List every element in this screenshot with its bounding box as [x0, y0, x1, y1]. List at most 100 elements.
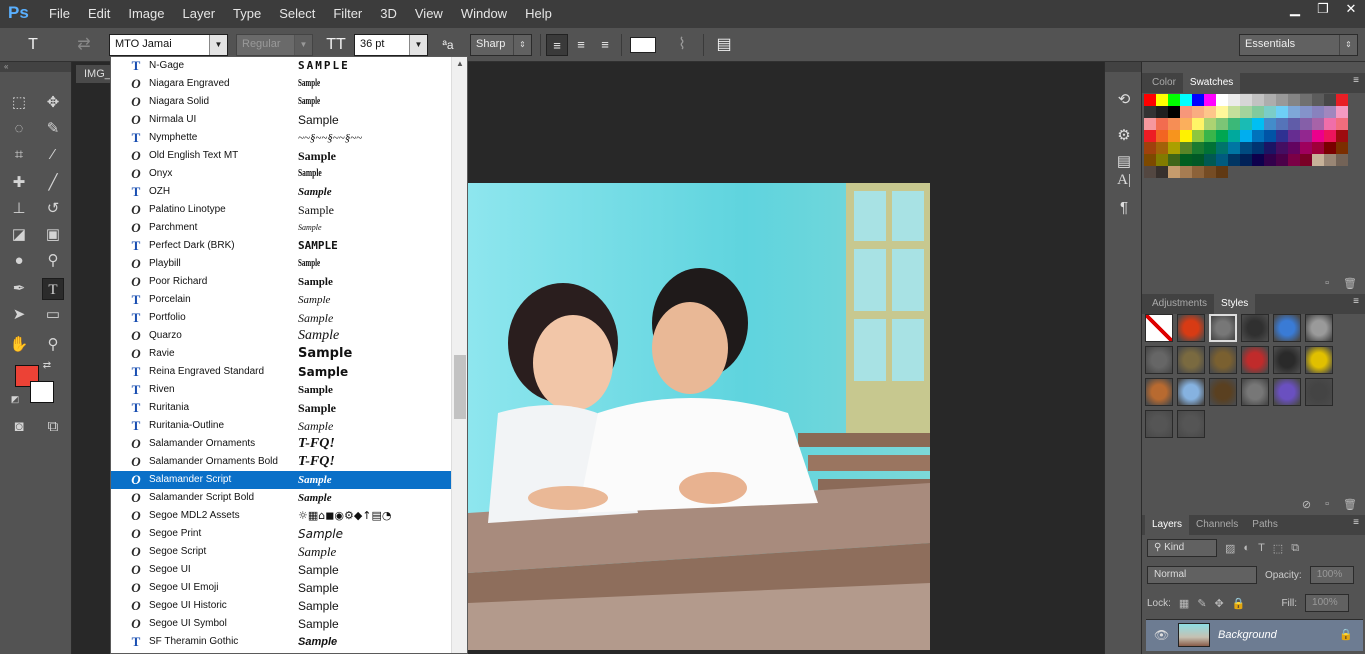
lock-transparent-icon[interactable]: ▦	[1179, 597, 1189, 610]
lasso-icon[interactable]: ◌	[8, 118, 30, 140]
panel-menu-icon[interactable]: ≡	[1353, 517, 1359, 528]
color-swatch[interactable]	[1216, 130, 1228, 142]
menu-select[interactable]: Select	[270, 0, 324, 28]
style-preset-tile[interactable]	[1177, 346, 1205, 374]
style-preset-tile[interactable]	[1241, 314, 1269, 342]
font-list-item[interactable]: O Segoe Print Sample	[111, 525, 467, 543]
menu-edit[interactable]: Edit	[79, 0, 119, 28]
color-swatch[interactable]	[1216, 166, 1228, 178]
style-preset-tile[interactable]	[1177, 378, 1205, 406]
info-panel-icon[interactable]: ▤	[1114, 152, 1134, 172]
color-swatch[interactable]	[1288, 106, 1300, 118]
eraser-icon[interactable]: ◪	[8, 224, 30, 246]
color-swatch[interactable]	[1264, 142, 1276, 154]
delete-icon[interactable]: 🗑	[1343, 277, 1357, 290]
filter-adjustment-icon[interactable]: ◐	[1243, 542, 1250, 554]
color-swatch[interactable]	[1300, 154, 1312, 166]
color-swatch[interactable]	[1228, 154, 1240, 166]
character-panel-icon[interactable]: ▤	[712, 34, 736, 56]
font-list-item[interactable]: O Old English Text MT Sample	[111, 147, 467, 165]
menu-image[interactable]: Image	[119, 0, 173, 28]
gradient-icon[interactable]: ▣	[42, 224, 64, 246]
color-swatch[interactable]	[1156, 106, 1168, 118]
color-swatch[interactable]	[1312, 106, 1324, 118]
font-list-item[interactable]: T Porcelain Sample	[111, 291, 467, 309]
font-list-item[interactable]: T SF Theramin Gothic Sample	[111, 633, 467, 651]
font-list-item[interactable]: T Ruritania Sample	[111, 399, 467, 417]
restore-button[interactable]: ❐	[1309, 0, 1337, 20]
font-list-item[interactable]: T Nymphette ~~§~~§~~§~~	[111, 129, 467, 147]
color-swatch[interactable]	[1204, 106, 1216, 118]
color-swatch[interactable]	[1216, 154, 1228, 166]
crop-icon[interactable]: ⌗	[8, 144, 30, 166]
font-family-dropdown-list[interactable]: T N-Gage SAMPLE O Niagara Engraved Sample O Nia…	[110, 56, 468, 654]
color-swatch[interactable]	[1300, 94, 1312, 106]
color-swatch[interactable]	[1252, 106, 1264, 118]
font-list-item[interactable]: T Reina Engraved Standard Sample	[111, 363, 467, 381]
color-swatch[interactable]	[1204, 154, 1216, 166]
style-preset-tile[interactable]	[1273, 378, 1301, 406]
color-swatch[interactable]	[1204, 130, 1216, 142]
layer-kind-filter[interactable]: ⚲ Kind	[1147, 539, 1217, 557]
font-list-item[interactable]: O Playbill Sample	[111, 255, 467, 273]
color-swatch[interactable]	[1336, 118, 1348, 130]
text-orientation-icon[interactable]: ⇄	[72, 34, 96, 56]
font-list-scrollbar[interactable]: ▲	[451, 57, 467, 653]
color-swatch[interactable]	[1336, 106, 1348, 118]
filter-smart-icon[interactable]: ⧉	[1291, 542, 1299, 555]
color-swatch[interactable]	[1336, 130, 1348, 142]
style-preset-tile[interactable]	[1145, 346, 1173, 374]
healing-brush-icon[interactable]: ✚	[8, 172, 30, 194]
color-swatch[interactable]	[1312, 118, 1324, 130]
history-brush-icon[interactable]: ↺	[42, 198, 64, 220]
color-swatch[interactable]	[1168, 154, 1180, 166]
color-swatch[interactable]	[1192, 130, 1204, 142]
font-list-item[interactable]: O Segoe UI Symbol Sample	[111, 615, 467, 633]
clear-style-icon[interactable]: ⊘	[1302, 498, 1311, 511]
color-swatch[interactable]	[1192, 166, 1204, 178]
style-preset-tile[interactable]	[1177, 314, 1205, 342]
swap-colors-icon[interactable]: ⇄	[40, 359, 54, 373]
rect-marquee-icon[interactable]: ⬚	[8, 92, 30, 114]
pen-icon[interactable]: ✒	[8, 278, 30, 300]
color-swatch[interactable]	[1168, 118, 1180, 130]
clone-stamp-icon[interactable]: ⊥	[8, 198, 30, 220]
close-button[interactable]: ✕	[1337, 0, 1365, 20]
color-swatch[interactable]	[1336, 94, 1348, 106]
filter-pixel-icon[interactable]: ▨	[1225, 542, 1235, 555]
color-swatch[interactable]	[1240, 118, 1252, 130]
rectangle-tool-icon[interactable]: ▭	[42, 304, 64, 326]
menu-type[interactable]: Type	[224, 0, 270, 28]
dodge-icon[interactable]: ⚲	[42, 250, 64, 272]
color-swatch[interactable]	[1312, 94, 1324, 106]
text-color-swatch[interactable]	[630, 37, 656, 53]
color-swatch[interactable]	[1276, 118, 1288, 130]
type-tool-preset-icon[interactable]: T	[20, 34, 46, 56]
color-swatch[interactable]	[1180, 118, 1192, 130]
path-select-icon[interactable]: ➤	[8, 304, 30, 326]
color-swatch[interactable]	[1144, 166, 1156, 178]
color-swatch[interactable]	[1228, 94, 1240, 106]
font-list-item[interactable]: O Onyx Sample	[111, 165, 467, 183]
filter-shape-icon[interactable]: ⬚	[1273, 542, 1283, 555]
color-swatch[interactable]	[1216, 106, 1228, 118]
font-list-item[interactable]: O Quarzo Sample	[111, 327, 467, 345]
zoom-icon[interactable]: ⚲	[42, 334, 64, 356]
style-preset-tile[interactable]	[1209, 378, 1237, 406]
color-swatch[interactable]	[1168, 166, 1180, 178]
scroll-thumb[interactable]	[454, 355, 466, 419]
color-swatch[interactable]	[1252, 154, 1264, 166]
style-preset-tile[interactable]	[1177, 410, 1205, 438]
color-swatch[interactable]	[1324, 154, 1336, 166]
color-swatch[interactable]	[1180, 142, 1192, 154]
color-swatch[interactable]	[1300, 106, 1312, 118]
color-swatch[interactable]	[1144, 142, 1156, 154]
opacity-field[interactable]: 100%	[1309, 566, 1354, 584]
delete-icon[interactable]: 🗑	[1343, 498, 1357, 511]
color-swatch[interactable]	[1240, 154, 1252, 166]
font-list-item[interactable]: O Palatino Linotype Sample	[111, 201, 467, 219]
filter-type-icon[interactable]: T	[1258, 542, 1265, 554]
align-right-icon[interactable]: ≡	[594, 34, 616, 56]
color-swatch[interactable]	[1336, 154, 1348, 166]
color-swatch[interactable]	[1180, 154, 1192, 166]
